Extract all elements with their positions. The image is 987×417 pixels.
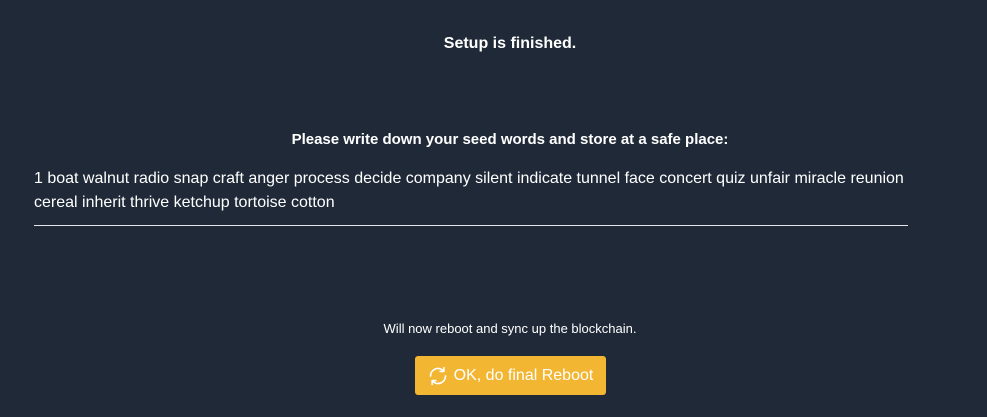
reboot-note: Will now reboot and sync up the blockcha… — [383, 321, 637, 336]
final-reboot-button[interactable]: OK, do final Reboot — [415, 356, 606, 395]
seed-words-text: 1 boat walnut radio snap craft anger pro… — [34, 170, 904, 211]
refresh-icon — [428, 366, 448, 386]
page-title: Setup is finished. — [443, 35, 577, 52]
seed-words-container: 1 boat walnut radio snap craft anger pro… — [34, 167, 908, 226]
seed-instruction: Please write down your seed words and st… — [291, 131, 729, 148]
final-reboot-button-label: OK, do final Reboot — [453, 366, 594, 384]
